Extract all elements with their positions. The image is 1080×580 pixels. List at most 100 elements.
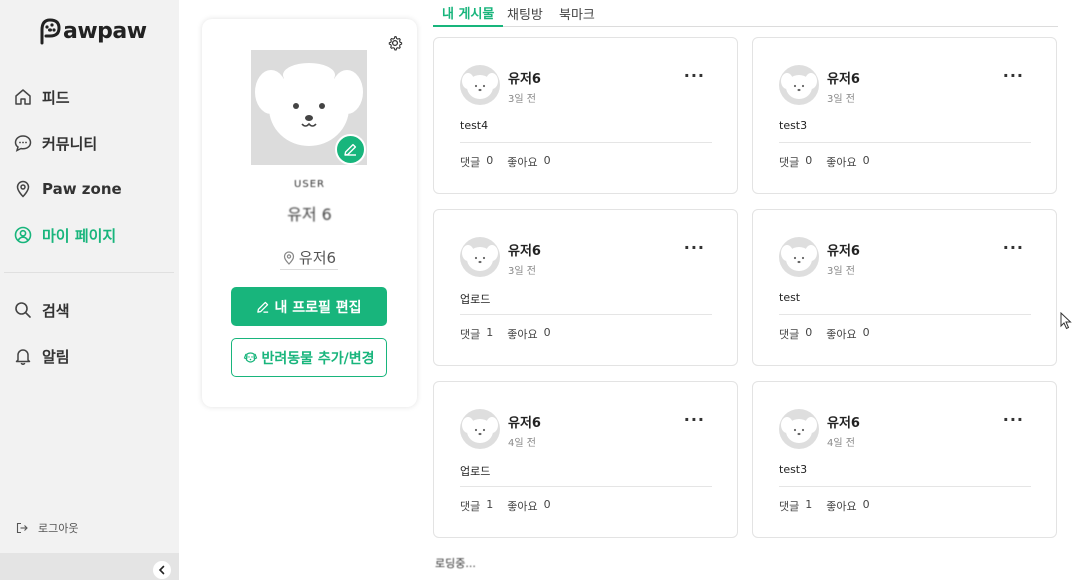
user-circle-icon <box>12 224 34 246</box>
post-author: 유저6 <box>827 244 860 259</box>
author-avatar <box>460 65 500 105</box>
likes-label: 좋아요 <box>826 328 857 341</box>
post-divider <box>779 486 1031 487</box>
sidebar-item-feed[interactable]: 피드 <box>12 80 174 114</box>
logout-label: 로그아웃 <box>38 522 79 535</box>
dog-avatar-icon <box>462 417 498 443</box>
sidebar-footer <box>0 553 179 580</box>
post-time: 4일 전 <box>827 438 855 449</box>
sidebar-item-mypage[interactable]: 마이 페이지 <box>12 218 174 252</box>
sidebar: awpaw 피드 커뮤니티 Paw zone 마이 페이지 검색 알림 로그아웃 <box>0 0 179 580</box>
sidebar-item-label: 커뮤니티 <box>42 134 98 153</box>
post-stats: 댓글 1 좋아요 0 <box>460 326 557 342</box>
sidebar-item-community[interactable]: 커뮤니티 <box>12 126 174 160</box>
mouse-cursor-icon <box>1060 312 1072 330</box>
dog-avatar-icon <box>462 245 498 271</box>
post-content: test <box>779 291 801 304</box>
likes-label: 좋아요 <box>826 500 857 513</box>
user-name: 유저 6 <box>287 205 332 224</box>
dog-avatar-icon <box>781 417 817 443</box>
more-options-button[interactable]: ··· <box>1003 66 1024 85</box>
add-pet-button[interactable]: 반려동물 추가/변경 <box>231 338 387 377</box>
edit-profile-button[interactable]: 내 프로필 편집 <box>231 287 387 326</box>
logo[interactable]: awpaw <box>36 14 147 48</box>
chevron-left-icon <box>158 565 165 575</box>
more-options-button[interactable]: ··· <box>1003 410 1024 429</box>
dog-avatar-icon <box>781 73 817 99</box>
post-stats: 댓글 0 좋아요 0 <box>460 154 557 170</box>
logo-text: awpaw <box>63 18 147 44</box>
post-divider <box>779 142 1031 143</box>
post-card[interactable]: 유저6 3일 전 ··· test3 댓글 0 좋아요 0 <box>752 37 1057 194</box>
location-text: 유저6 <box>298 249 337 267</box>
post-divider <box>460 142 712 143</box>
likes-count: 0 <box>543 154 551 167</box>
post-card[interactable]: 유저6 3일 전 ··· 업로드 댓글 1 좋아요 0 <box>433 209 738 366</box>
pencil-icon <box>344 143 357 156</box>
post-author: 유저6 <box>827 72 860 87</box>
sidebar-item-notifications[interactable]: 알림 <box>12 339 174 373</box>
chat-bubble-icon <box>12 132 34 154</box>
more-options-button[interactable]: ··· <box>684 410 705 429</box>
logout-button[interactable]: 로그아웃 <box>16 520 78 536</box>
sidebar-item-label: 알림 <box>42 347 70 366</box>
likes-label: 좋아요 <box>826 156 857 169</box>
comments-label: 댓글 <box>779 156 800 169</box>
post-card[interactable]: 유저6 3일 전 ··· test4 댓글 0 좋아요 0 <box>433 37 738 194</box>
more-options-button[interactable]: ··· <box>684 66 705 85</box>
comments-count: 1 <box>486 326 494 339</box>
post-author: 유저6 <box>508 72 541 87</box>
edit-profile-label: 내 프로필 편집 <box>274 299 362 316</box>
post-card[interactable]: 유저6 4일 전 ··· test3 댓글 1 좋아요 0 <box>752 381 1057 538</box>
comments-count: 0 <box>486 154 494 167</box>
post-content: 업로드 <box>460 293 491 306</box>
author-avatar <box>460 237 500 277</box>
sidebar-divider <box>4 272 174 273</box>
more-options-button[interactable]: ··· <box>684 238 705 257</box>
tab-chat-rooms[interactable]: 채팅방 <box>507 0 543 27</box>
comments-count: 0 <box>805 326 813 339</box>
likes-count: 0 <box>862 154 870 167</box>
settings-gear-icon[interactable] <box>387 35 403 51</box>
post-time: 3일 전 <box>508 266 536 277</box>
post-divider <box>460 314 712 315</box>
post-stats: 댓글 1 좋아요 0 <box>460 498 557 514</box>
collapse-sidebar-button[interactable] <box>153 561 171 579</box>
edit-avatar-button[interactable] <box>335 134 366 165</box>
post-card[interactable]: 유저6 3일 전 ··· test 댓글 0 좋아요 0 <box>752 209 1057 366</box>
post-divider <box>779 314 1031 315</box>
post-time: 3일 전 <box>508 94 536 105</box>
app-root: awpaw 피드 커뮤니티 Paw zone 마이 페이지 검색 알림 로그아웃… <box>0 0 1080 580</box>
post-author: 유저6 <box>508 416 541 431</box>
sidebar-item-pawzone[interactable]: Paw zone <box>12 172 174 206</box>
post-stats: 댓글 0 좋아요 0 <box>779 326 876 342</box>
user-label: USER <box>294 179 325 190</box>
logout-icon <box>16 522 28 534</box>
loading-text: 로딩중... <box>435 557 476 570</box>
tab-my-posts[interactable]: 내 게시물 <box>433 0 504 27</box>
sidebar-item-search[interactable]: 검색 <box>12 293 174 327</box>
comments-label: 댓글 <box>779 328 800 341</box>
post-stats: 댓글 1 좋아요 0 <box>779 498 876 514</box>
post-divider <box>460 486 712 487</box>
post-author: 유저6 <box>827 416 860 431</box>
sidebar-item-label: Paw zone <box>42 180 122 198</box>
comments-label: 댓글 <box>460 328 481 341</box>
paw-logo-icon <box>40 18 61 45</box>
author-avatar <box>460 409 500 449</box>
comments-label: 댓글 <box>779 500 800 513</box>
post-content: test3 <box>779 463 808 476</box>
likes-count: 0 <box>862 498 870 511</box>
author-avatar <box>779 409 819 449</box>
tab-bookmarks[interactable]: 북마크 <box>559 0 595 27</box>
more-options-button[interactable]: ··· <box>1003 238 1024 257</box>
comments-count: 0 <box>805 154 813 167</box>
location-pin-icon <box>12 178 34 200</box>
likes-count: 0 <box>862 326 870 339</box>
location-underline <box>280 269 338 270</box>
likes-label: 좋아요 <box>507 156 538 169</box>
dog-avatar-icon <box>462 73 498 99</box>
post-card[interactable]: 유저6 4일 전 ··· 업로드 댓글 1 좋아요 0 <box>433 381 738 538</box>
post-time: 4일 전 <box>508 438 536 449</box>
author-avatar <box>779 65 819 105</box>
